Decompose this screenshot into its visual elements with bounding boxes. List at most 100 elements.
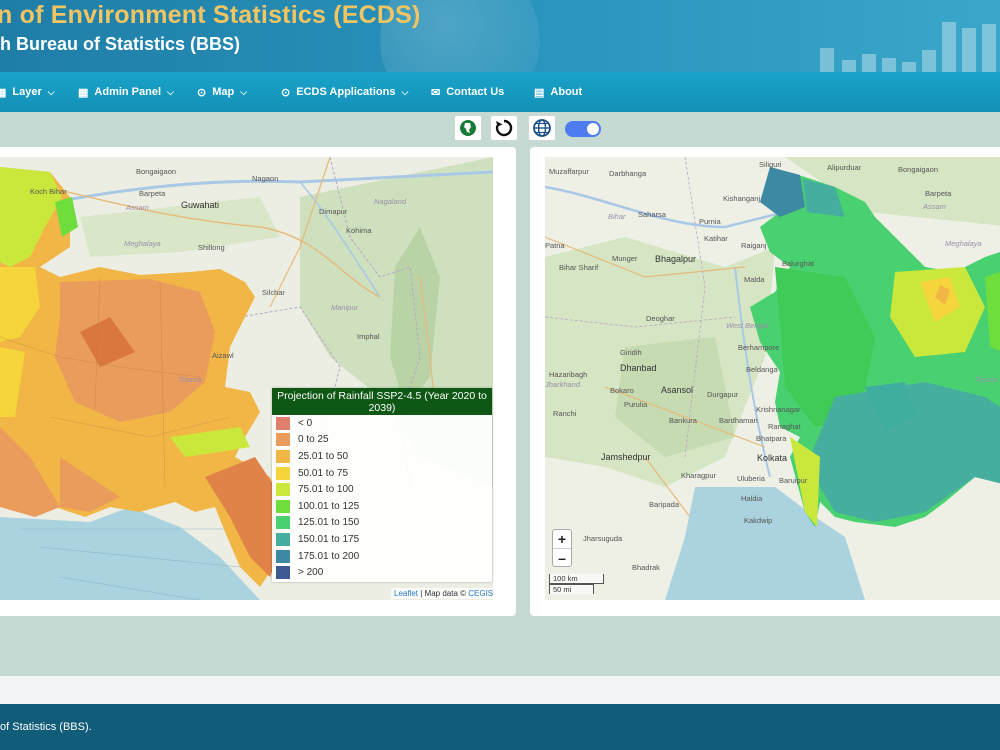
place-label: Giridih	[620, 348, 642, 357]
legend-label: 175.01 to 200	[298, 550, 360, 562]
state-label: Meghalaya	[945, 239, 982, 248]
place-label: Bongaigaon	[898, 165, 939, 174]
nav-admin-panel[interactable]: ▦ Admin Panel ⌵	[78, 72, 174, 112]
legend-label: 150.01 to 175	[298, 533, 360, 545]
place-label: Darbhanga	[609, 169, 647, 178]
legend-label: 125.01 to 150	[298, 517, 360, 529]
nav-about-label: About	[550, 86, 583, 98]
state-label: Assam	[923, 202, 946, 211]
place-label: Kishanganj	[723, 194, 761, 203]
legend-label: 100.01 to 125	[298, 500, 360, 512]
book-icon: ▤	[534, 86, 545, 99]
right-map[interactable]: Siliguri Muzaffarpur Darbhanga Kishangan…	[545, 157, 1000, 600]
place-label: Dhanbad	[620, 363, 657, 373]
nav-map[interactable]: ⊙ Map ⌵	[197, 72, 247, 112]
envelope-icon: ✉	[431, 86, 441, 99]
place-label: Bankura	[669, 416, 697, 425]
globe-button[interactable]	[528, 115, 556, 141]
legend-swatch	[276, 416, 290, 430]
legend-swatch	[276, 549, 290, 563]
place-label: Aizawl	[212, 351, 234, 360]
map-pin-icon: ⊙	[197, 86, 207, 99]
place-label: Jharsuguda	[583, 534, 623, 543]
legend: Projection of Rainfall SSP2-4.5 (Year 20…	[272, 388, 492, 582]
state-label: Manipur	[331, 303, 359, 312]
place-label: Bokaro	[610, 386, 634, 395]
legend-label: 75.01 to 100	[298, 484, 354, 496]
place-label: Siliguri	[759, 160, 782, 169]
place-label: Dimapur	[319, 207, 348, 216]
place-label: Deoghar	[646, 314, 675, 323]
place-label: Bhadrak	[632, 563, 660, 572]
place-label: Balurghat	[782, 259, 815, 268]
legend-item: 25.01 to 50	[272, 448, 492, 465]
state-label: Tripura	[178, 375, 202, 384]
place-label: Purnia	[699, 217, 721, 226]
map-pin-icon: ⊙	[281, 86, 291, 99]
legend-title: Projection of Rainfall SSP2-4.5 (Year 20…	[272, 388, 492, 415]
place-label: Ranaghat	[768, 422, 801, 431]
place-label: Guwahati	[181, 200, 220, 210]
grid-icon: ▦	[78, 86, 89, 99]
nav-ecds-applications[interactable]: ⊙ ECDS Applications ⌵	[281, 72, 408, 112]
legend-item: 150.01 to 175	[272, 531, 492, 548]
footer-text: of Statistics (BBS).	[0, 721, 92, 733]
place-label: Bhagalpur	[655, 254, 697, 264]
place-label: Bhatpara	[756, 434, 787, 443]
compare-toggle[interactable]	[565, 121, 601, 137]
place-label: Bardhaman	[719, 416, 758, 425]
chevron-down-icon: ⌵	[47, 86, 55, 97]
state-label: Nagaland	[374, 197, 407, 206]
legend-rows: < 0 0 to 25 25.01 to 50 50.01 to 75 75.01 to…	[272, 415, 492, 581]
place-label: Bihar Sharif	[559, 263, 599, 272]
place-label: Jamshedpur	[601, 452, 651, 462]
zoom-in-button[interactable]: +	[553, 530, 571, 548]
place-label: Krishnanagar	[756, 405, 801, 414]
nav-layer-label: Layer	[12, 86, 42, 98]
place-label: Beldanga	[746, 365, 778, 374]
chevron-down-icon: ⌵	[167, 86, 174, 97]
place-label: Kolkata	[757, 453, 788, 463]
leaflet-link[interactable]: Leaflet	[394, 589, 418, 598]
place-label: Berhampore	[738, 343, 780, 352]
legend-swatch	[276, 532, 290, 546]
bangladesh-map-button[interactable]	[454, 115, 482, 141]
legend-swatch	[276, 516, 290, 530]
legend-item: 100.01 to 125	[272, 498, 492, 515]
zoom-out-button[interactable]: –	[553, 548, 571, 566]
legend-item: < 0	[272, 415, 492, 432]
reset-button[interactable]	[490, 115, 518, 141]
nav-about[interactable]: ▤ About	[534, 72, 582, 112]
attribution-text: | Map data ©	[418, 589, 469, 598]
place-label: Kohima	[346, 226, 372, 235]
legend-item: 75.01 to 100	[272, 481, 492, 498]
place-label: Kakdwip	[744, 516, 773, 525]
legend-label: > 200	[298, 567, 324, 579]
state-label: Bihar	[608, 212, 626, 221]
scale-mi: 50 mi	[549, 584, 594, 594]
place-label: Baruipur	[779, 476, 808, 485]
place-label: Silchar	[262, 288, 285, 297]
place-label: Malda	[744, 275, 765, 284]
place-label: Purulia	[624, 400, 648, 409]
place-label: Raiganj	[741, 241, 767, 250]
place-label: Imphal	[357, 332, 380, 341]
legend-item: 175.01 to 200	[272, 548, 492, 565]
cegis-link[interactable]: CEGIS	[468, 589, 493, 598]
legend-label: < 0	[298, 417, 313, 429]
nav-layer[interactable]: ▦ Layer ⌵	[0, 72, 55, 112]
state-label: Assam	[126, 203, 149, 212]
bangladesh-map-icon	[460, 120, 476, 136]
chevron-down-icon: ⌵	[401, 86, 409, 97]
place-label: Ranchi	[553, 409, 577, 418]
legend-item: 125.01 to 150	[272, 515, 492, 532]
state-label: Tripura	[975, 375, 999, 384]
nav-contact-us[interactable]: ✉ Contact Us	[431, 72, 504, 112]
main-nav: ▦ Layer ⌵ ▦ Admin Panel ⌵ ⊙ Map ⌵ ⊙ ECDS…	[0, 72, 1000, 112]
content-bottom-strip	[0, 676, 1000, 704]
nav-admin-panel-label: Admin Panel	[94, 86, 162, 98]
globe-icon	[533, 119, 551, 137]
scale-km: 100 km	[549, 574, 604, 584]
place-label: Barpeta	[925, 189, 952, 198]
place-label: Nagaon	[252, 174, 279, 183]
